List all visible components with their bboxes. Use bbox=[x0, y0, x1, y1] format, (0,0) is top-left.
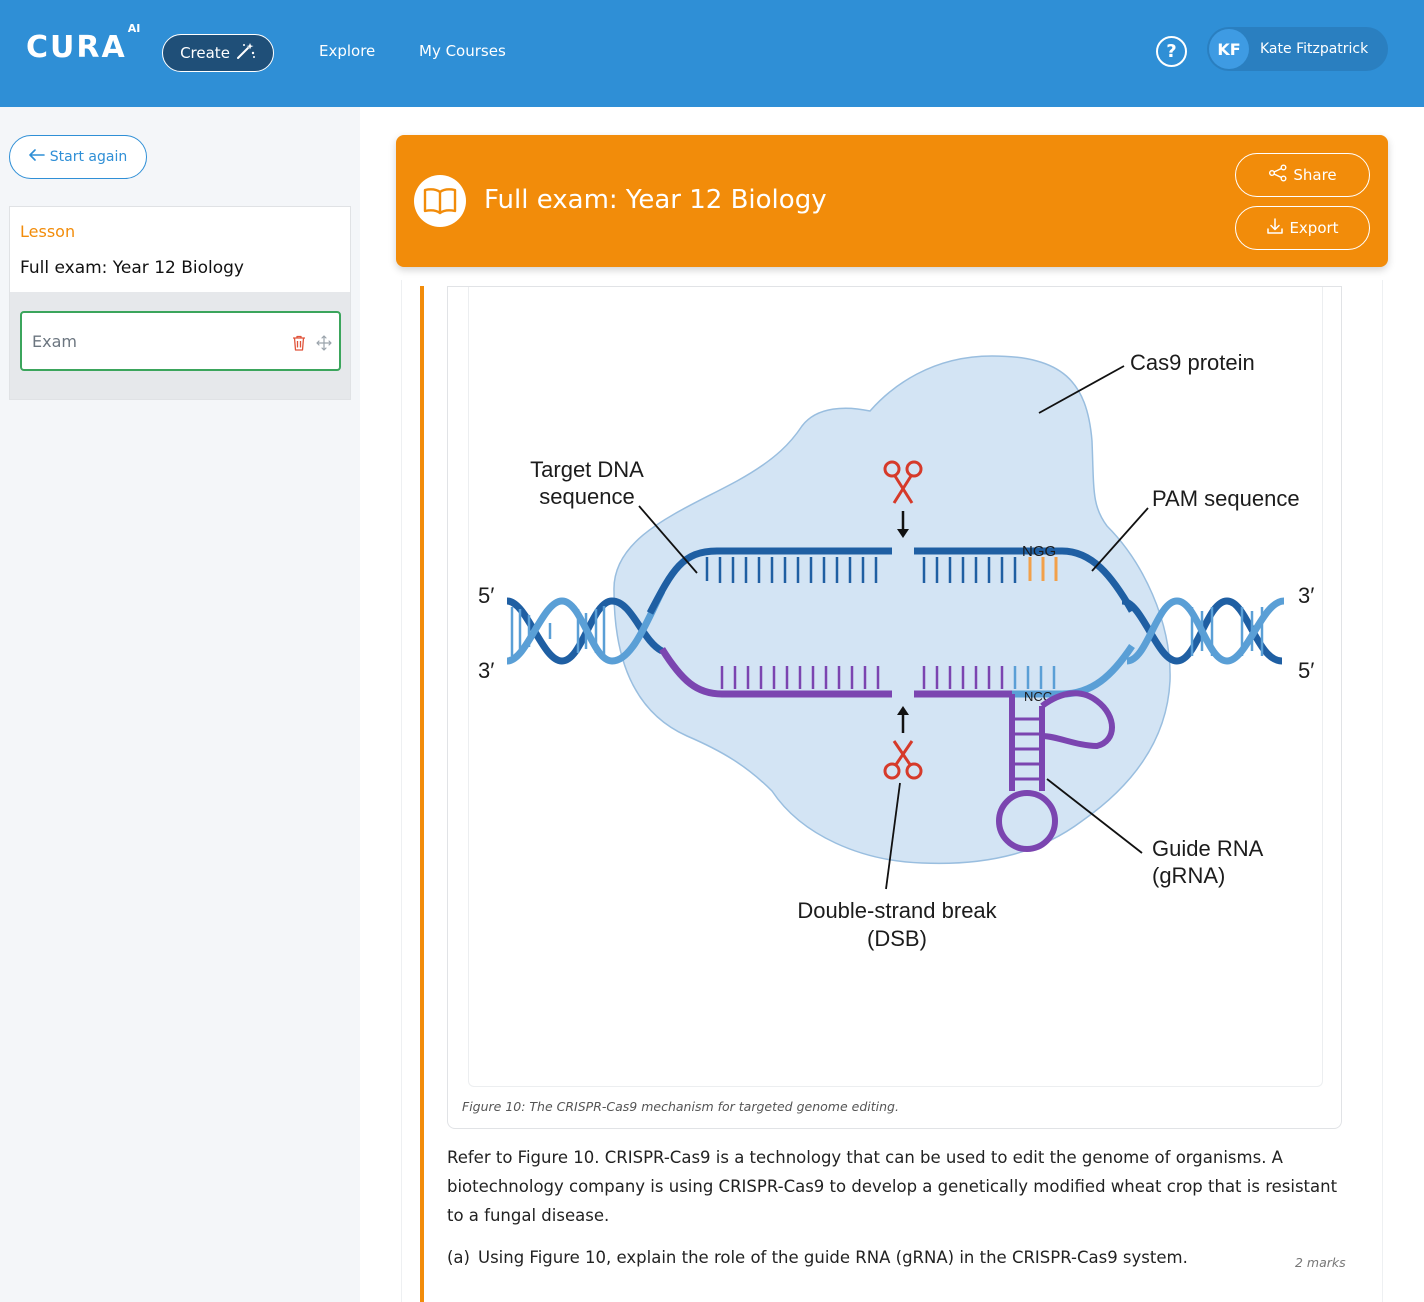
part-text: Using Figure 10, explain the role of the… bbox=[478, 1248, 1188, 1267]
arrow-left-icon bbox=[28, 149, 45, 165]
lesson-header: Lesson Full exam: Year 12 Biology bbox=[10, 207, 350, 292]
sidebar-item-exam[interactable]: Exam bbox=[20, 311, 341, 371]
help-symbol: ? bbox=[1166, 41, 1177, 62]
share-button[interactable]: Share bbox=[1235, 153, 1370, 197]
avatar: KF bbox=[1209, 29, 1249, 69]
dsb-label-line2: (DSB) bbox=[867, 926, 927, 951]
question-part-a: (a) Using Figure 10, explain the role of … bbox=[447, 1248, 1188, 1267]
right-five-prime: 5′ bbox=[1298, 658, 1314, 683]
question-stem: Refer to Figure 10. CRISPR-Cas9 is a tec… bbox=[447, 1148, 1338, 1225]
share-label: Share bbox=[1293, 166, 1337, 184]
lesson-title: Full exam: Year 12 Biology bbox=[20, 258, 244, 278]
sidebar-item-label: Exam bbox=[32, 332, 77, 351]
create-label: Create bbox=[180, 44, 230, 62]
download-icon bbox=[1266, 217, 1284, 239]
lesson-label: Lesson bbox=[20, 222, 76, 241]
section-accent-line bbox=[420, 286, 424, 1302]
page-title: Full exam: Year 12 Biology bbox=[484, 185, 827, 215]
left-five-prime: 5′ bbox=[478, 583, 494, 608]
start-again-label: Start again bbox=[49, 149, 128, 165]
nav-explore[interactable]: Explore bbox=[319, 42, 375, 60]
logo-text: CURA bbox=[26, 30, 127, 65]
nav-my-courses[interactable]: My Courses bbox=[419, 42, 506, 60]
share-icon bbox=[1268, 164, 1288, 186]
marks-badge: 2 marks bbox=[1295, 1255, 1346, 1270]
ngg-label: NGG bbox=[1022, 543, 1056, 560]
user-menu[interactable]: KF Kate Fitzpatrick bbox=[1207, 27, 1388, 71]
grna-label-line1: Guide RNA bbox=[1152, 836, 1264, 861]
start-again-button[interactable]: Start again bbox=[9, 135, 147, 179]
export-button[interactable]: Export bbox=[1235, 206, 1370, 250]
magic-wand-icon bbox=[236, 42, 256, 64]
cura-logo[interactable]: CURAAI bbox=[26, 22, 140, 65]
cas9-label: Cas9 protein bbox=[1130, 350, 1255, 375]
logo-superscript: AI bbox=[127, 22, 141, 35]
move-icon[interactable] bbox=[316, 335, 332, 355]
sidebar: Start again Lesson Full exam: Year 12 Bi… bbox=[0, 107, 360, 1302]
target-dna-label-line1: Target DNA bbox=[530, 457, 644, 482]
dsb-label-line1: Double-strand break bbox=[797, 898, 997, 923]
lesson-card: Lesson Full exam: Year 12 Biology Exam bbox=[9, 206, 351, 400]
trash-icon[interactable] bbox=[292, 335, 306, 355]
book-icon bbox=[414, 175, 466, 227]
create-button[interactable]: Create bbox=[162, 34, 274, 72]
figure-card: NGG NCC Cas9 protein Target DNA sequence… bbox=[447, 286, 1342, 1129]
right-three-prime: 3′ bbox=[1298, 583, 1314, 608]
top-navigation-bar: CURAAI Create Explore My Courses ? KF Ka… bbox=[0, 0, 1424, 107]
left-three-prime: 3′ bbox=[478, 658, 494, 683]
help-circle-icon[interactable]: ? bbox=[1156, 36, 1187, 67]
crispr-diagram: NGG NCC Cas9 protein Target DNA sequence… bbox=[468, 287, 1323, 1087]
pam-label: PAM sequence bbox=[1152, 486, 1300, 511]
crispr-diagram-svg: NGG NCC Cas9 protein Target DNA sequence… bbox=[478, 350, 1314, 951]
grna-label-line2: (gRNA) bbox=[1152, 863, 1225, 888]
lesson-title-banner: Full exam: Year 12 Biology Share Export bbox=[396, 135, 1388, 267]
export-label: Export bbox=[1289, 219, 1339, 237]
figure-caption: Figure 10: The CRISPR-Cas9 mechanism for… bbox=[462, 1099, 899, 1114]
user-name: Kate Fitzpatrick bbox=[1260, 41, 1369, 57]
part-letter: (a) bbox=[447, 1248, 470, 1267]
cas9-protein-shape bbox=[613, 355, 1171, 865]
target-dna-label-line2: sequence bbox=[539, 484, 634, 509]
